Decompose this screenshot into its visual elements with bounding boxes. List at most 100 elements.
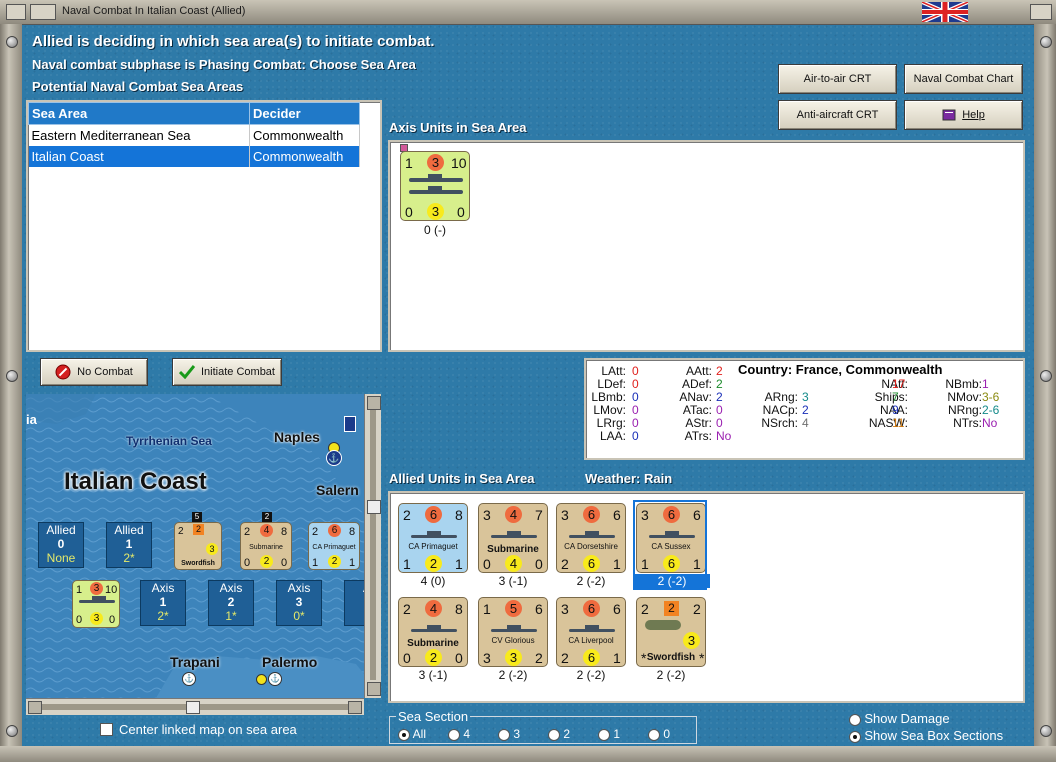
unit-value: 0 [244,557,251,569]
ship-icon [411,531,457,538]
section-radio-0[interactable]: 0 [648,727,670,741]
show-sections-label: Show Sea Box Sections [864,728,1004,743]
city-trapani: Trapani [170,654,220,670]
city-salerno: Salern [316,482,359,498]
air-to-air-crt-button[interactable]: Air-to-air CRT [778,64,897,94]
radio-icon[interactable] [849,713,861,726]
map-vertical-scrollbar[interactable] [364,394,381,698]
box-sub: None [46,551,76,565]
naval-combat-chart-button[interactable]: Naval Combat Chart [904,64,1023,94]
map-unit-swordfish[interactable]: 2 2 3 Swordfish [174,522,222,570]
stat-label: NACp: [762,403,798,417]
axis-sea-box-3[interactable]: Axis 3 0* [276,580,322,626]
show-sea-box-sections-radio[interactable]: Show Sea Box Sections [849,728,1003,743]
unit-value: 2 [244,526,251,538]
box-side: Allied [46,523,76,537]
box-number: 1 [125,537,133,551]
scroll-down-icon[interactable] [367,682,381,696]
section-radio-all[interactable]: All [398,727,426,741]
allied-sea-box-1[interactable]: Allied 1 2* [106,522,152,568]
close-icon[interactable] [1030,4,1052,20]
unit-value: 1 [483,601,491,617]
show-damage-radio[interactable]: Show Damage [849,711,950,726]
box-sub: 2* [123,551,135,565]
column-header-decider[interactable]: Decider [249,102,360,125]
anti-aircraft-crt-button[interactable]: Anti-aircraft CRT [778,100,897,130]
stat-value: 1 [982,377,989,391]
book-icon [942,109,956,121]
scroll-thumb[interactable] [186,701,200,714]
unit-value: 2 [260,555,273,568]
window-menu-icon[interactable] [6,4,26,20]
section-radio-2[interactable]: 2 [548,727,570,741]
allied-unit-counter[interactable]: 3 4 7 0 4 0 Submarine [478,503,548,573]
initiate-combat-button[interactable]: Initiate Combat [172,358,282,386]
sea-area-list[interactable]: Sea Area Decider Eastern Mediterranean S… [26,100,382,352]
title-bar[interactable]: Naval Combat In Italian Coast (Allied) [0,0,1056,25]
unit-name: Swordfish [181,560,215,567]
column-header-sea-area[interactable]: Sea Area [28,102,250,125]
allied-unit-counter[interactable]: 3 6 6 2 6 1 CA Liverpool [556,597,626,667]
radio-icon[interactable] [598,728,610,741]
center-map-checkbox[interactable] [100,723,113,736]
center-map-checkbox-row[interactable]: Center linked map on sea area [100,722,297,737]
section-radio-1[interactable]: 1 [598,727,620,741]
radio-icon[interactable] [498,728,510,741]
scroll-left-icon[interactable] [28,701,42,714]
no-combat-button[interactable]: No Combat [40,358,148,386]
map-horizontal-scrollbar[interactable] [26,698,364,715]
map-unit-ca-primaguet[interactable]: 2 6 8 CA Primaguet 1 2 1 [308,522,360,570]
scroll-track[interactable] [370,410,376,680]
unit-value: 1 [613,556,621,572]
unit-value: 0 [455,650,463,666]
radio-label: 1 [613,727,621,741]
anti-aircraft-crt-label: Anti-aircraft CRT [796,109,879,121]
sea-area-table: Sea Area Decider Eastern Mediterranean S… [28,102,360,167]
allied-unit-counter[interactable]: 2 6 8 1 2 1 CA Primaguet [398,503,468,573]
axis-sea-box-2[interactable]: Axis 2 1* [208,580,254,626]
minimize-icon[interactable] [30,4,56,20]
help-label: Help [962,109,985,121]
section-radio-3[interactable]: 3 [498,727,520,741]
ship-icon [79,596,115,603]
axis-unit-counter[interactable]: 1 3 10 0 3 0 [400,151,470,221]
unit-caption: 2 (-2) [576,574,606,588]
radio-icon[interactable] [849,730,861,743]
radio-icon[interactable] [648,728,660,741]
union-jack-flag-icon [922,2,968,22]
scroll-right-icon[interactable] [348,701,362,714]
stat-label: NRng: [947,403,982,417]
allied-unit-counter[interactable]: 2 2 2 * 3 * Swordfish [636,597,706,667]
table-row-selected[interactable]: Italian Coast Commonwealth [28,146,360,167]
map-axis-unit[interactable]: 1 3 10 0 3 0 [72,580,120,628]
stat-value: 3-6 [982,390,1000,404]
radio-icon[interactable] [448,728,460,741]
unit-value: 2 [535,650,543,666]
radio-icon[interactable] [548,728,560,741]
allied-unit-counter[interactable]: 1 5 6 3 3 2 CV Glorious [478,597,548,667]
allied-sea-box-0[interactable]: Allied 0 None [38,522,84,568]
map-unit-submarine[interactable]: 2 4 8 Submarine 0 2 0 [240,522,292,570]
table-row[interactable]: Eastern Mediterranean Sea Commonwealth [28,124,360,146]
unit-value: 1 [349,557,356,569]
bolt-icon [6,36,18,48]
scroll-thumb[interactable] [367,500,381,514]
allied-unit-counter[interactable]: 3 6 6 2 6 1 CA Dorsetshire [556,503,626,573]
radio-label: 3 [513,727,521,741]
axis-sea-box-1[interactable]: Axis 1 2* [140,580,186,626]
radio-icon[interactable] [398,728,410,741]
allied-unit-counter[interactable]: 2 4 8 0 2 0 Submarine [398,597,468,667]
unit-value: 0 [281,557,288,569]
stat-value: 7 [892,390,899,404]
naval-combat-chart-label: Naval Combat Chart [913,73,1014,85]
unit-value: 3 [90,582,103,595]
section-radio-4[interactable]: 4 [448,727,470,741]
linked-map[interactable]: ia Tyrrhenian Sea Naples ⚓ Salern Italia… [26,394,364,698]
scroll-up-icon[interactable] [367,396,381,410]
no-combat-label: No Combat [77,366,133,378]
stat-label: LDef: [597,377,626,391]
axis-sea-box-4[interactable]: A [344,580,364,626]
unit-value: 3 [483,507,491,523]
help-button[interactable]: Help [904,100,1023,130]
stat-label: NMov: [947,390,982,404]
